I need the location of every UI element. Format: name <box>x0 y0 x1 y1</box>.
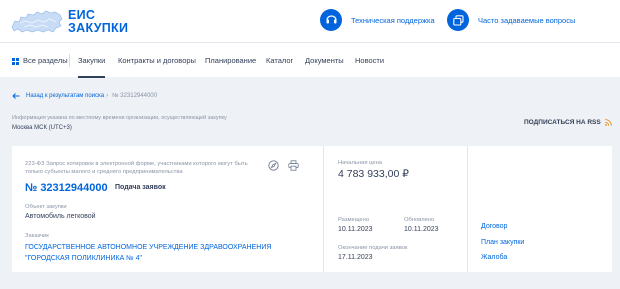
print-icon[interactable] <box>288 160 299 171</box>
russia-map-icon <box>11 10 63 33</box>
compass-icon[interactable] <box>268 160 279 171</box>
logo-text: ЕИС ЗАКУПКИ <box>68 9 128 35</box>
nav-divider <box>69 54 70 67</box>
procurement-card: 223-ФЗ Запрос котировок в электронной фо… <box>12 146 612 272</box>
nav-documents[interactable]: Документы <box>305 43 344 78</box>
placed-value: 10.11.2023 <box>338 226 373 233</box>
eis-logo[interactable]: ЕИС ЗАКУПКИ <box>10 6 128 38</box>
local-time-note: Информация указана по местному времени о… <box>12 115 227 121</box>
updated-label: Обновлено <box>404 217 435 223</box>
deadline-label: Окончание подачи заявок <box>338 245 408 251</box>
site-header: ЕИС ЗАКУПКИ Техническая поддержка Часто … <box>0 0 620 42</box>
placed-label: Размещено <box>338 217 370 223</box>
nav-catalog[interactable]: Каталог <box>266 43 293 78</box>
breadcrumb: Назад к результатам поиска › № 323129440… <box>12 91 157 101</box>
customer-name-line-1: ГОСУДАРСТВЕННОЕ АВТОНОМНОЕ УЧРЕЖДЕНИЕ ЗД… <box>25 244 272 251</box>
support-label: Техническая поддержка <box>351 15 435 25</box>
faq-label: Часто задаваемые вопросы <box>478 15 576 25</box>
contract-link[interactable]: Договор <box>481 223 507 230</box>
nav-news[interactable]: Новости <box>355 43 384 78</box>
procurement-stage: Подача заявок <box>115 184 166 191</box>
rss-icon <box>604 119 612 126</box>
tech-support-link[interactable]: Техническая поддержка <box>320 9 435 31</box>
breadcrumb-current: № 32312944000 <box>112 93 157 99</box>
column-divider <box>323 146 324 272</box>
rss-subscribe-button[interactable]: ПОДПИСАТЬСЯ НА RSS <box>524 119 612 126</box>
nav-planning[interactable]: Планирование <box>205 43 256 78</box>
timezone-label: Москва МСК (UTC+3) <box>12 125 72 131</box>
complaint-link[interactable]: Жалоба <box>481 254 507 261</box>
procurement-type: 223-ФЗ Запрос котировок в электронной фо… <box>25 161 248 175</box>
logo-line-2: ЗАКУПКИ <box>68 21 129 35</box>
purchase-plan-link[interactable]: План закупки <box>481 239 524 246</box>
back-arrow-icon[interactable] <box>12 93 20 99</box>
nav-contracts[interactable]: Контракты и договоры <box>118 43 196 78</box>
main-nav: Все разделы Закупки Контракты и договоры… <box>0 42 620 78</box>
nav-purchases[interactable]: Закупки <box>78 43 106 78</box>
column-divider <box>467 146 468 272</box>
faq-icon <box>447 9 469 31</box>
customer-link[interactable]: ГОСУДАРСТВЕННОЕ АВТОНОМНОЕ УЧРЕЖДЕНИЕ ЗД… <box>25 242 305 264</box>
object-value: Автомобиль легковой <box>25 213 96 220</box>
nav-all-sections[interactable]: Все разделы <box>12 43 68 78</box>
breadcrumb-separator: › <box>106 93 109 99</box>
updated-value: 10.11.2023 <box>404 226 439 233</box>
support-icon <box>320 9 342 31</box>
customer-label: Заказчик <box>25 233 49 239</box>
nav-all-sections-label: Все разделы <box>23 56 68 65</box>
object-label: Объект закупки <box>25 204 67 210</box>
rss-subscribe-label: ПОДПИСАТЬСЯ НА RSS <box>524 119 601 126</box>
faq-link[interactable]: Часто задаваемые вопросы <box>447 9 575 31</box>
deadline-value: 17.11.2023 <box>338 254 373 261</box>
price-label: Начальная цена <box>338 160 383 166</box>
procurement-number[interactable]: № 32312944000 <box>25 182 108 194</box>
grid-icon <box>12 57 19 65</box>
customer-name-line-2: "ГОРОДСКАЯ ПОЛИКЛИНИКА № 4" <box>25 255 143 262</box>
back-to-results-link[interactable]: Назад к результатам поиска <box>26 93 104 99</box>
price-value: 4 783 933,00 ₽ <box>338 168 409 180</box>
